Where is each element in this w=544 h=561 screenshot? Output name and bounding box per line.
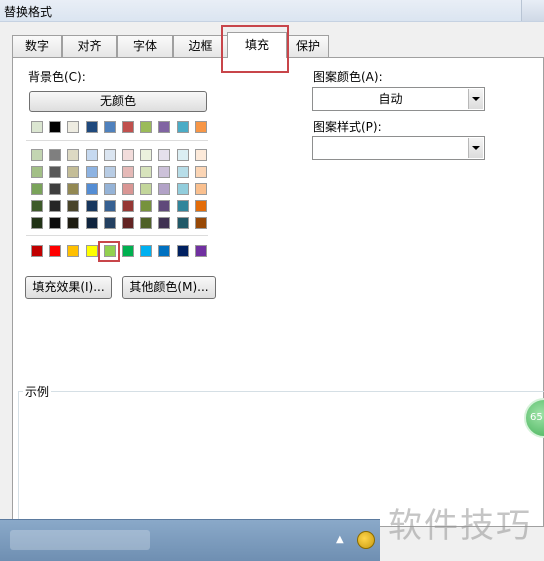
tint-color-swatch[interactable] xyxy=(140,166,153,178)
tint-color-swatch[interactable] xyxy=(176,183,189,195)
taskbar: ▲ xyxy=(0,519,380,561)
tray-expand-icon[interactable]: ▲ xyxy=(336,534,344,545)
tint-color-swatch[interactable] xyxy=(194,149,207,161)
tint-color-swatch[interactable] xyxy=(194,200,207,212)
theme-color-swatch[interactable] xyxy=(176,121,189,133)
tint-color-swatch[interactable] xyxy=(122,166,134,178)
tint-color-swatch[interactable] xyxy=(49,183,62,195)
theme-color-swatch[interactable] xyxy=(140,121,153,133)
standard-color-swatch[interactable] xyxy=(85,245,98,257)
pattern-style-label: 图案样式(P): xyxy=(313,120,382,134)
tint-color-swatch[interactable] xyxy=(49,149,62,161)
pattern-style-value xyxy=(313,137,468,159)
tint-color-swatch[interactable] xyxy=(122,217,134,229)
tint-color-swatch[interactable] xyxy=(194,217,207,229)
tint-color-swatch[interactable] xyxy=(85,149,98,161)
tint-color-swatch[interactable] xyxy=(85,166,98,178)
tint-color-swatch[interactable] xyxy=(85,217,98,229)
tint-color-swatch[interactable] xyxy=(31,183,43,195)
palette-divider xyxy=(26,140,208,141)
theme-color-swatch[interactable] xyxy=(85,121,98,133)
tint-color-swatch[interactable] xyxy=(67,183,80,195)
chevron-down-icon xyxy=(468,89,483,109)
tint-color-swatch[interactable] xyxy=(122,183,134,195)
watermark: 软件技巧 xyxy=(388,506,532,546)
tint-color-swatch[interactable] xyxy=(67,149,80,161)
tint-color-swatch[interactable] xyxy=(158,149,171,161)
tint-color-swatch[interactable] xyxy=(103,217,116,229)
theme-color-swatch[interactable] xyxy=(31,121,43,133)
tint-color-swatch[interactable] xyxy=(122,149,134,161)
standard-color-swatch[interactable] xyxy=(140,245,153,257)
standard-color-swatch[interactable] xyxy=(194,245,207,257)
tint-color-swatch[interactable] xyxy=(176,217,189,229)
chevron-down-icon xyxy=(468,138,483,158)
tint-color-swatch[interactable] xyxy=(49,217,62,229)
tint-color-swatch[interactable] xyxy=(49,166,62,178)
tint-color-swatch[interactable] xyxy=(176,166,189,178)
tint-color-swatch[interactable] xyxy=(140,149,153,161)
theme-color-swatch[interactable] xyxy=(103,121,116,133)
pattern-color-label: 图案颜色(A): xyxy=(313,70,383,84)
tint-color-swatch[interactable] xyxy=(158,200,171,212)
standard-color-swatch[interactable] xyxy=(158,245,171,257)
tint-color-swatch[interactable] xyxy=(85,200,98,212)
tint-color-swatch[interactable] xyxy=(158,166,171,178)
tint-color-swatch[interactable] xyxy=(31,217,43,229)
no-color-button[interactable]: 无颜色 xyxy=(29,91,207,112)
standard-color-swatch[interactable] xyxy=(122,245,134,257)
standard-color-swatch[interactable] xyxy=(176,245,189,257)
background-color-label: 背景色(C): xyxy=(28,70,86,84)
sample-label: 示例 xyxy=(23,383,52,400)
tint-color-swatch[interactable] xyxy=(176,200,189,212)
tint-color-swatch[interactable] xyxy=(103,166,116,178)
tint-color-swatch[interactable] xyxy=(122,200,134,212)
tint-color-swatch[interactable] xyxy=(140,183,153,195)
theme-color-swatch[interactable] xyxy=(194,121,207,133)
tint-color-swatch[interactable] xyxy=(31,149,43,161)
tint-color-swatch[interactable] xyxy=(140,217,153,229)
standard-color-swatch[interactable] xyxy=(67,245,80,257)
pattern-color-value: 自动 xyxy=(378,92,403,106)
tab-highlight-frame xyxy=(221,25,289,73)
tint-color-swatch[interactable] xyxy=(85,183,98,195)
tint-color-swatch[interactable] xyxy=(176,149,189,161)
theme-color-swatch[interactable] xyxy=(67,121,80,133)
tint-color-swatch[interactable] xyxy=(194,166,207,178)
theme-color-swatch[interactable] xyxy=(49,121,62,133)
palette-divider xyxy=(26,235,208,236)
more-colors-button[interactable]: 其他颜色(M)... xyxy=(122,276,216,299)
standard-color-swatch[interactable] xyxy=(49,245,62,257)
tint-color-swatch[interactable] xyxy=(67,200,80,212)
tray-app-icon[interactable] xyxy=(357,531,375,549)
fill-effects-button[interactable]: 填充效果(I)... xyxy=(25,276,112,299)
tint-color-swatch[interactable] xyxy=(49,200,62,212)
tint-color-swatch[interactable] xyxy=(158,217,171,229)
tint-color-swatch[interactable] xyxy=(31,166,43,178)
tint-color-swatch[interactable] xyxy=(67,217,80,229)
tint-color-swatch[interactable] xyxy=(31,200,43,212)
tint-color-swatch[interactable] xyxy=(103,183,116,195)
tint-color-swatch[interactable] xyxy=(194,183,207,195)
pattern-style-dropdown[interactable] xyxy=(312,136,485,160)
tint-color-swatch[interactable] xyxy=(140,200,153,212)
taskbar-item[interactable] xyxy=(10,530,150,550)
tint-color-swatch[interactable] xyxy=(103,200,116,212)
theme-color-swatch[interactable] xyxy=(122,121,134,133)
theme-color-swatch[interactable] xyxy=(158,121,171,133)
tint-color-swatch[interactable] xyxy=(158,183,171,195)
tint-color-swatch[interactable] xyxy=(103,149,116,161)
tint-color-swatch[interactable] xyxy=(67,166,80,178)
selected-color-marker xyxy=(98,241,120,262)
standard-color-swatch[interactable] xyxy=(31,245,43,257)
pattern-color-dropdown[interactable]: 自动 xyxy=(312,87,485,111)
